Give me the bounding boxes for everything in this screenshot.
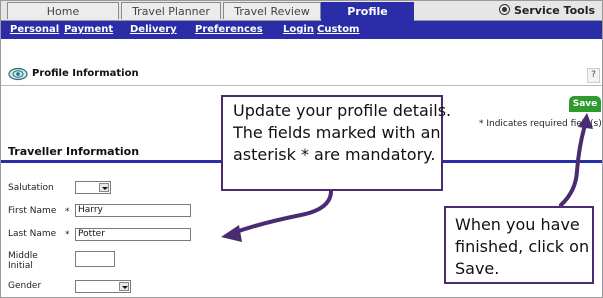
- application-window: Home Travel Planner Travel Review Profil…: [0, 0, 603, 298]
- arrowhead-to-save: [578, 113, 593, 129]
- callout-arrows: [221, 113, 593, 242]
- arrow-to-fields: [231, 189, 333, 235]
- arrowhead-to-fields: [221, 225, 242, 242]
- arrow-to-save: [559, 123, 587, 207]
